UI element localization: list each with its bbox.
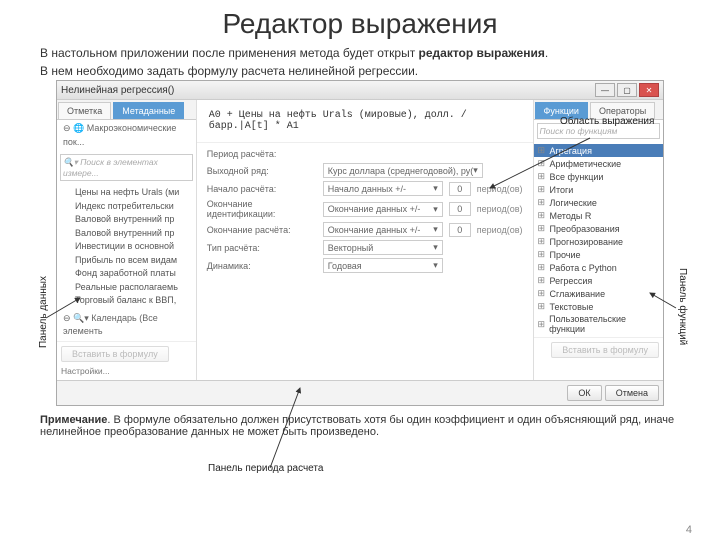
window-close-button[interactable]: ✕	[639, 83, 659, 97]
category-item[interactable]: ⊞Регрессия	[534, 274, 664, 287]
category-item[interactable]: ⊞Работа с Python	[534, 261, 664, 274]
cancel-button[interactable]: Отмена	[605, 385, 659, 401]
label-expression-area: Область выражения	[560, 116, 654, 127]
category-item[interactable]: ⊞Преобразования	[534, 222, 664, 235]
category-item[interactable]: ⊞Сглаживание	[534, 287, 664, 300]
chevron-down-icon: ▾	[473, 165, 478, 176]
calc-start-select[interactable]: Начало данных +/-▾	[323, 181, 443, 196]
label-data-panel: Панель данных	[38, 276, 49, 348]
list-item[interactable]: Индекс потребительски	[63, 200, 190, 214]
search-icon: 🔍▾	[63, 157, 78, 167]
list-item[interactable]: Валовой внутренний пр	[63, 213, 190, 227]
window-titlebar: Нелинейная регрессия() — ▢ ✕	[57, 81, 663, 100]
dialog-footer: ОК Отмена	[57, 380, 663, 405]
list-item[interactable]: Прибыль по всем видам	[63, 254, 190, 268]
center-panel: A0 + Цены на нефть Urals (мировые), долл…	[197, 100, 533, 380]
list-item[interactable]: Инвестиции в основной	[63, 240, 190, 254]
window-title: Нелинейная регрессия()	[61, 85, 174, 96]
tab-otmetka[interactable]: Отметка	[58, 102, 111, 119]
list-item[interactable]: Торговый баланс к ВВП,	[63, 294, 190, 308]
ok-button[interactable]: ОК	[567, 385, 601, 401]
category-item[interactable]: ⊞Прочие	[534, 248, 664, 261]
param-label: Окончание расчёта:	[207, 225, 317, 235]
tree-root-macro[interactable]: ⊖ 🌐 Макроэкономические пок...	[63, 122, 190, 149]
category-item[interactable]: ⊞Логические	[534, 196, 664, 209]
elements-tree: Цены на нефть Urals (ми Индекс потребите…	[57, 184, 196, 310]
category-item[interactable]: ⊞Все функции	[534, 170, 664, 183]
param-label: Начало расчёта:	[207, 184, 317, 194]
data-panel: Отметка Метаданные ⊖ 🌐 Макроэкономически…	[57, 100, 197, 380]
param-label: Динамика:	[207, 261, 317, 271]
dynamics-select[interactable]: Годовая▾	[323, 258, 443, 273]
label-calc-panel: Панель периода расчета	[208, 463, 323, 474]
window-maximize-button[interactable]: ▢	[617, 83, 637, 97]
offset-stepper[interactable]: 0	[449, 182, 471, 196]
settings-link[interactable]: Настройки...	[61, 366, 110, 376]
label-functions-panel: Панель функций	[677, 268, 688, 345]
category-item[interactable]: ⊞Агрегация	[534, 144, 664, 157]
insert-function-button[interactable]: Вставить в формулу	[551, 342, 659, 358]
category-item[interactable]: ⊞Пользовательские функции	[534, 313, 664, 335]
offset-stepper[interactable]: 0	[449, 223, 471, 237]
param-label: Выходной ряд:	[207, 166, 317, 176]
list-item[interactable]: Валовой внутренний пр	[63, 227, 190, 241]
functions-panel: Функции Операторы Поиск по функциям ⊞Агр…	[533, 100, 664, 380]
slide-title: Редактор выражения	[0, 8, 720, 40]
param-label: Окончание идентификации:	[207, 199, 317, 219]
category-item[interactable]: ⊞Текстовые	[534, 300, 664, 313]
chevron-down-icon: ▾	[433, 224, 438, 235]
output-series-select[interactable]: Курс доллара (среднегодовой), ру(▾	[323, 163, 483, 178]
expression-editor-window: Нелинейная регрессия() — ▢ ✕ Отметка Мет…	[56, 80, 664, 406]
list-item[interactable]: Цены на нефть Urals (ми	[63, 186, 190, 200]
list-item[interactable]: Реальные располагаемь	[63, 281, 190, 295]
intro-text-1: В настольном приложении после применения…	[40, 46, 680, 60]
expression-area[interactable]: A0 + Цены на нефть Urals (мировые), долл…	[197, 100, 533, 143]
globe-icon: 🌐	[73, 123, 84, 133]
chevron-down-icon: ▾	[433, 204, 438, 215]
search-icon: 🔍▾	[73, 313, 89, 323]
ident-end-select[interactable]: Окончание данных +/-▾	[323, 202, 443, 217]
category-item[interactable]: ⊞Арифметические	[534, 157, 664, 170]
calc-type-select[interactable]: Векторный▾	[323, 240, 443, 255]
page-number: 4	[686, 524, 692, 536]
category-item[interactable]: ⊞Итоги	[534, 183, 664, 196]
offset-stepper[interactable]: 0	[449, 202, 471, 216]
chevron-down-icon: ▾	[433, 260, 438, 271]
category-item[interactable]: ⊞Прогнозирование	[534, 235, 664, 248]
tab-metadata[interactable]: Метаданные	[113, 102, 184, 119]
tree-root-calendar[interactable]: ⊖ 🔍▾ Календарь (Все элементь	[63, 312, 190, 339]
calc-period-panel: Период расчёта: Выходной ряд: Курс доллар…	[197, 143, 533, 282]
calc-end-select[interactable]: Окончание данных +/-▾	[323, 222, 443, 237]
params-title: Период расчёта:	[207, 149, 523, 159]
param-label: Тип расчёта:	[207, 243, 317, 253]
category-item[interactable]: ⊞Методы R	[534, 209, 664, 222]
chevron-down-icon: ▾	[433, 242, 438, 253]
insert-to-formula-button[interactable]: Вставить в формулу	[61, 346, 169, 362]
note-text: Примечание. В формуле обязательно должен…	[40, 414, 680, 438]
intro-text-2: В нем необходимо задать формулу расчета …	[40, 64, 680, 78]
search-elements-input[interactable]: 🔍▾ Поиск в элементах измере...	[60, 154, 193, 181]
list-item[interactable]: Фонд заработной платы	[63, 267, 190, 281]
function-categories: ⊞Агрегация ⊞Арифметические ⊞Все функции …	[534, 142, 664, 337]
window-minimize-button[interactable]: —	[595, 83, 615, 97]
chevron-down-icon: ▾	[433, 183, 438, 194]
